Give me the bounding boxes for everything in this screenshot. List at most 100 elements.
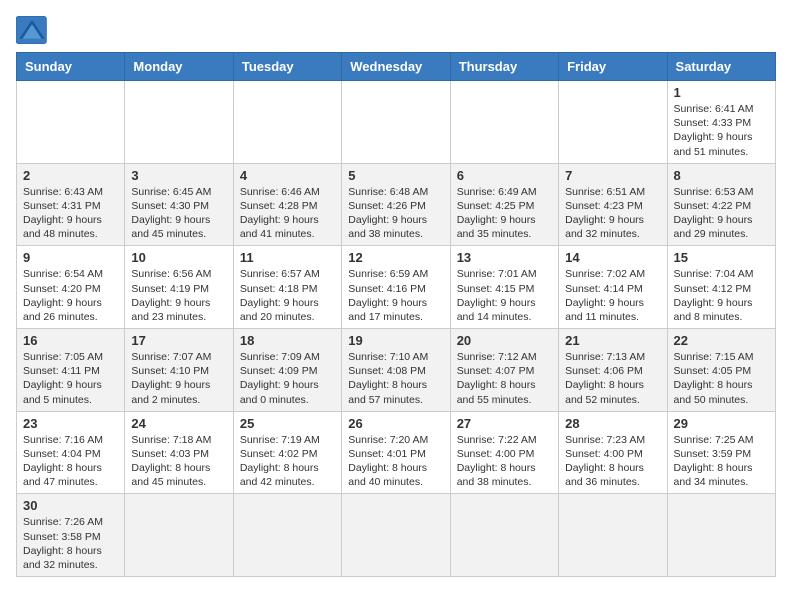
day-info: Sunrise: 6:48 AM Sunset: 4:26 PM Dayligh…: [348, 185, 443, 242]
day-number: 3: [131, 168, 226, 183]
calendar-week-row: 23 Sunrise: 7:16 AM Sunset: 4:04 PM Dayli…: [17, 411, 776, 494]
day-info: Sunrise: 7:07 AM Sunset: 4:10 PM Dayligh…: [131, 350, 226, 407]
calendar-day-cell: [125, 494, 233, 577]
calendar-day-cell: [233, 81, 341, 164]
calendar-day-cell: 1Sunrise: 6:41 AM Sunset: 4:33 PM Daylig…: [667, 81, 775, 164]
calendar-day-cell: 12 Sunrise: 6:59 AM Sunset: 4:16 PM Dayli…: [342, 246, 450, 329]
day-number: 8: [674, 168, 769, 183]
calendar-day-cell: [233, 494, 341, 577]
day-info: Sunrise: 7:12 AM Sunset: 4:07 PM Dayligh…: [457, 350, 552, 407]
day-number: 27: [457, 416, 552, 431]
calendar-day-cell: [559, 494, 667, 577]
calendar-day-cell: 25 Sunrise: 7:19 AM Sunset: 4:02 PM Dayli…: [233, 411, 341, 494]
day-info: Sunrise: 7:13 AM Sunset: 4:06 PM Dayligh…: [565, 350, 660, 407]
day-info: Sunrise: 6:56 AM Sunset: 4:19 PM Dayligh…: [131, 267, 226, 324]
calendar-day-cell: 13 Sunrise: 7:01 AM Sunset: 4:15 PM Dayli…: [450, 246, 558, 329]
day-number: 17: [131, 333, 226, 348]
day-number: 19: [348, 333, 443, 348]
calendar-day-cell: 10Sunrise: 6:56 AM Sunset: 4:19 PM Dayli…: [125, 246, 233, 329]
calendar-week-row: 9 Sunrise: 6:54 AM Sunset: 4:20 PM Daylig…: [17, 246, 776, 329]
day-of-week-header: Thursday: [450, 53, 558, 81]
day-info: Sunrise: 6:51 AM Sunset: 4:23 PM Dayligh…: [565, 185, 660, 242]
day-info: Sunrise: 6:59 AM Sunset: 4:16 PM Dayligh…: [348, 267, 443, 324]
day-info: Sunrise: 7:04 AM Sunset: 4:12 PM Dayligh…: [674, 267, 769, 324]
calendar-day-cell: [17, 81, 125, 164]
day-number: 18: [240, 333, 335, 348]
calendar-day-cell: 21 Sunrise: 7:13 AM Sunset: 4:06 PM Dayli…: [559, 329, 667, 412]
calendar-day-cell: [667, 494, 775, 577]
day-info: Sunrise: 7:15 AM Sunset: 4:05 PM Dayligh…: [674, 350, 769, 407]
day-info: Sunrise: 7:20 AM Sunset: 4:01 PM Dayligh…: [348, 433, 443, 490]
calendar-day-cell: 19 Sunrise: 7:10 AM Sunset: 4:08 PM Dayli…: [342, 329, 450, 412]
calendar-week-row: 30Sunrise: 7:26 AM Sunset: 3:58 PM Dayli…: [17, 494, 776, 577]
day-info: Sunrise: 7:16 AM Sunset: 4:04 PM Dayligh…: [23, 433, 118, 490]
day-info: Sunrise: 6:54 AM Sunset: 4:20 PM Dayligh…: [23, 267, 118, 324]
day-number: 23: [23, 416, 118, 431]
calendar-day-cell: 18 Sunrise: 7:09 AM Sunset: 4:09 PM Dayli…: [233, 329, 341, 412]
calendar-day-cell: [125, 81, 233, 164]
calendar-day-cell: 7Sunrise: 6:51 AM Sunset: 4:23 PM Daylig…: [559, 163, 667, 246]
calendar-header-row: SundayMondayTuesdayWednesdayThursdayFrid…: [17, 53, 776, 81]
calendar-day-cell: 8 Sunrise: 6:53 AM Sunset: 4:22 PM Daylig…: [667, 163, 775, 246]
calendar-day-cell: [342, 81, 450, 164]
calendar-day-cell: 4 Sunrise: 6:46 AM Sunset: 4:28 PM Daylig…: [233, 163, 341, 246]
day-info: Sunrise: 7:05 AM Sunset: 4:11 PM Dayligh…: [23, 350, 118, 407]
calendar-day-cell: 27 Sunrise: 7:22 AM Sunset: 4:00 PM Dayli…: [450, 411, 558, 494]
day-number: 22: [674, 333, 769, 348]
calendar-day-cell: [450, 81, 558, 164]
calendar-day-cell: [559, 81, 667, 164]
day-number: 21: [565, 333, 660, 348]
day-of-week-header: Wednesday: [342, 53, 450, 81]
day-info: Sunrise: 7:01 AM Sunset: 4:15 PM Dayligh…: [457, 267, 552, 324]
day-info: Sunrise: 7:18 AM Sunset: 4:03 PM Dayligh…: [131, 433, 226, 490]
day-number: 26: [348, 416, 443, 431]
day-info: Sunrise: 7:23 AM Sunset: 4:00 PM Dayligh…: [565, 433, 660, 490]
day-info: Sunrise: 7:26 AM Sunset: 3:58 PM Dayligh…: [23, 515, 118, 572]
day-info: Sunrise: 7:22 AM Sunset: 4:00 PM Dayligh…: [457, 433, 552, 490]
day-info: Sunrise: 7:19 AM Sunset: 4:02 PM Dayligh…: [240, 433, 335, 490]
calendar-day-cell: 20Sunrise: 7:12 AM Sunset: 4:07 PM Dayli…: [450, 329, 558, 412]
calendar-day-cell: 29 Sunrise: 7:25 AM Sunset: 3:59 PM Dayli…: [667, 411, 775, 494]
calendar-day-cell: 14Sunrise: 7:02 AM Sunset: 4:14 PM Dayli…: [559, 246, 667, 329]
day-number: 24: [131, 416, 226, 431]
calendar-day-cell: 26 Sunrise: 7:20 AM Sunset: 4:01 PM Dayli…: [342, 411, 450, 494]
day-number: 2: [23, 168, 118, 183]
calendar-day-cell: 9 Sunrise: 6:54 AM Sunset: 4:20 PM Daylig…: [17, 246, 125, 329]
day-number: 29: [674, 416, 769, 431]
day-info: Sunrise: 6:57 AM Sunset: 4:18 PM Dayligh…: [240, 267, 335, 324]
calendar-week-row: 16 Sunrise: 7:05 AM Sunset: 4:11 PM Dayli…: [17, 329, 776, 412]
day-number: 14: [565, 250, 660, 265]
calendar-week-row: 2Sunrise: 6:43 AM Sunset: 4:31 PM Daylig…: [17, 163, 776, 246]
day-number: 15: [674, 250, 769, 265]
logo: [16, 16, 52, 44]
logo-icon: [16, 16, 48, 44]
day-number: 9: [23, 250, 118, 265]
day-info: Sunrise: 7:09 AM Sunset: 4:09 PM Dayligh…: [240, 350, 335, 407]
day-info: Sunrise: 6:46 AM Sunset: 4:28 PM Dayligh…: [240, 185, 335, 242]
calendar-day-cell: 15 Sunrise: 7:04 AM Sunset: 4:12 PM Dayli…: [667, 246, 775, 329]
day-info: Sunrise: 7:10 AM Sunset: 4:08 PM Dayligh…: [348, 350, 443, 407]
calendar-day-cell: 17 Sunrise: 7:07 AM Sunset: 4:10 PM Dayli…: [125, 329, 233, 412]
day-info: Sunrise: 7:25 AM Sunset: 3:59 PM Dayligh…: [674, 433, 769, 490]
day-of-week-header: Saturday: [667, 53, 775, 81]
calendar-day-cell: 30Sunrise: 7:26 AM Sunset: 3:58 PM Dayli…: [17, 494, 125, 577]
calendar-day-cell: 28Sunrise: 7:23 AM Sunset: 4:00 PM Dayli…: [559, 411, 667, 494]
day-info: Sunrise: 6:53 AM Sunset: 4:22 PM Dayligh…: [674, 185, 769, 242]
day-number: 25: [240, 416, 335, 431]
day-number: 4: [240, 168, 335, 183]
day-info: Sunrise: 6:49 AM Sunset: 4:25 PM Dayligh…: [457, 185, 552, 242]
day-number: 16: [23, 333, 118, 348]
day-number: 12: [348, 250, 443, 265]
day-number: 13: [457, 250, 552, 265]
day-number: 6: [457, 168, 552, 183]
calendar-table: SundayMondayTuesdayWednesdayThursdayFrid…: [16, 52, 776, 577]
calendar-day-cell: 23 Sunrise: 7:16 AM Sunset: 4:04 PM Dayli…: [17, 411, 125, 494]
calendar-week-row: 1Sunrise: 6:41 AM Sunset: 4:33 PM Daylig…: [17, 81, 776, 164]
calendar-day-cell: 3Sunrise: 6:45 AM Sunset: 4:30 PM Daylig…: [125, 163, 233, 246]
day-of-week-header: Sunday: [17, 53, 125, 81]
calendar-day-cell: 6 Sunrise: 6:49 AM Sunset: 4:25 PM Daylig…: [450, 163, 558, 246]
day-of-week-header: Monday: [125, 53, 233, 81]
calendar-day-cell: 16 Sunrise: 7:05 AM Sunset: 4:11 PM Dayli…: [17, 329, 125, 412]
day-of-week-header: Tuesday: [233, 53, 341, 81]
day-info: Sunrise: 6:41 AM Sunset: 4:33 PM Dayligh…: [674, 102, 769, 159]
